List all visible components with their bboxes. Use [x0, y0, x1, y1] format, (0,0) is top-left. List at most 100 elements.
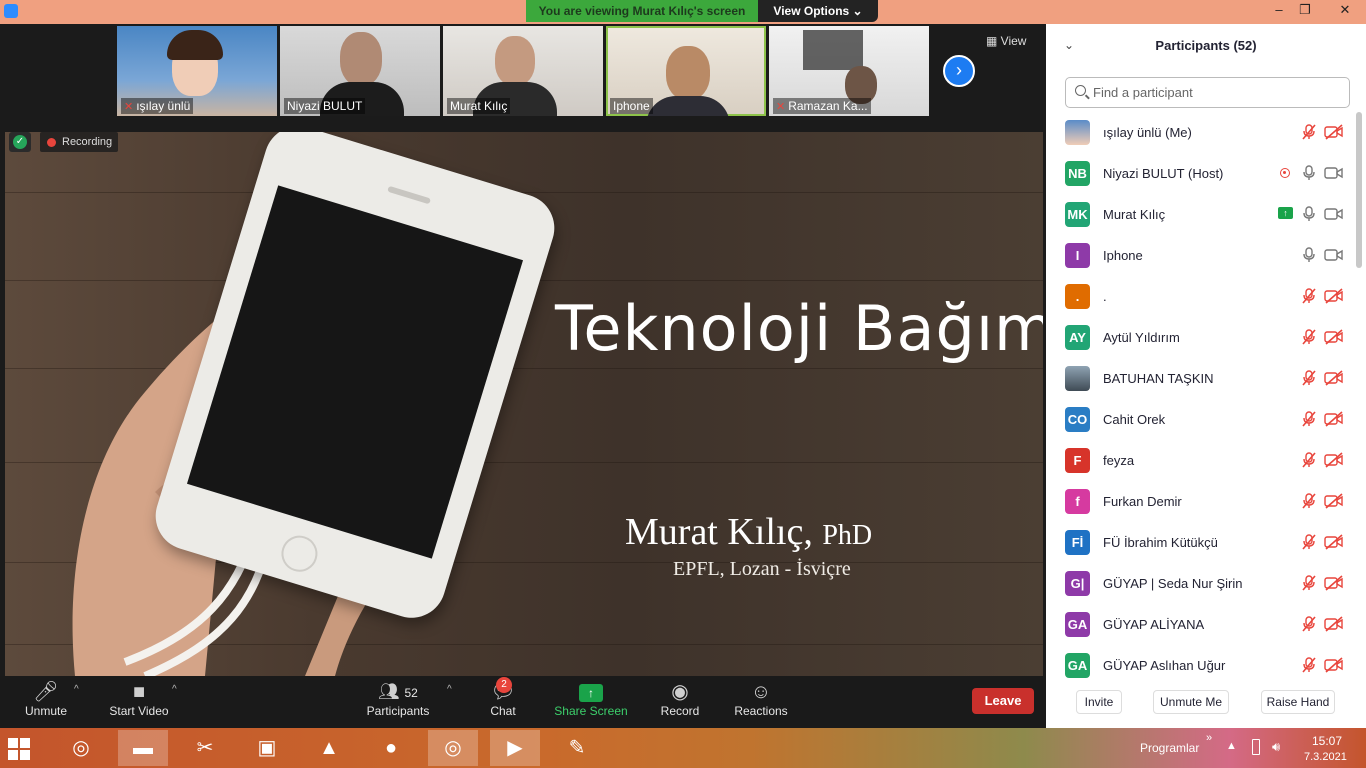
zoom-taskbar-icon[interactable]: ▶ [490, 730, 540, 766]
participant-row[interactable]: AY Aytül Yıldırım [1046, 317, 1356, 358]
participant-row[interactable]: GA GÜYAP Aslıhan Uğur [1046, 645, 1356, 678]
participants-button[interactable]: 👥︎ 52 Participants [360, 676, 436, 728]
avatar: AY [1065, 325, 1090, 350]
participant-row[interactable]: G| GÜYAP | Seda Nur Şirin [1046, 563, 1356, 604]
reactions-icon: ☺ [750, 681, 772, 703]
mic-muted-icon: ✕ [776, 101, 786, 113]
next-page-button[interactable]: › [943, 55, 975, 87]
participant-name: Aytül Yıldırım [1103, 330, 1180, 345]
chat-button[interactable]: 💬︎ 2 Chat [482, 676, 524, 728]
mic-muted-icon [1300, 533, 1318, 551]
mic-muted-icon [1300, 287, 1318, 305]
mic-muted-icon [1300, 656, 1318, 674]
clock-time[interactable]: 15:07 [1312, 734, 1342, 748]
battery-icon[interactable] [1252, 739, 1260, 755]
video-off-icon [1324, 123, 1343, 141]
matlab-taskbar-icon[interactable]: ▲ [304, 730, 354, 766]
participant-name: ışılay ünlü (Me) [1103, 125, 1192, 140]
record-button[interactable]: ◉ Record [656, 676, 704, 728]
participant-row[interactable]: NB Niyazi BULUT (Host) [1046, 153, 1356, 194]
tray-expand-icon[interactable]: » [1206, 732, 1212, 744]
audio-options-caret[interactable]: ^ [74, 684, 79, 695]
unmute-button[interactable]: 🎤︎ Unmute [16, 676, 76, 728]
participant-name: Murat Kılıç [1103, 207, 1166, 222]
thumbnail-name: Murat Kılıç [450, 99, 508, 113]
spotify-taskbar-icon[interactable]: ● [366, 730, 416, 766]
participant-row[interactable]: CO Cahit Orek [1046, 399, 1356, 440]
participant-search-input[interactable] [1093, 78, 1343, 107]
participants-options-caret[interactable]: ^ [447, 684, 452, 695]
thumbnail-name: Ramazan Ka... [788, 99, 868, 113]
meeting-area: ✕ ışılay ünlü Niyazi BULUT Murat Kılıç Ip… [0, 24, 1046, 676]
encryption-indicator[interactable]: ✓ [9, 132, 31, 152]
video-thumbnail[interactable]: Murat Kılıç [443, 26, 603, 116]
view-layout-button[interactable]: ▦ View [986, 34, 1026, 48]
participant-name: . [1103, 289, 1107, 304]
tray-programs-label[interactable]: Programlar [1140, 741, 1199, 755]
collapse-panel-chevron-icon[interactable]: ⌄ [1064, 38, 1074, 52]
participant-row[interactable]: Ffeyza [1046, 440, 1356, 481]
maximize-button[interactable]: ❐ [1290, 0, 1320, 22]
participant-row[interactable]: BATUHAN TAŞKIN [1046, 358, 1356, 399]
sharing-screen-icon: ↑ [1278, 207, 1293, 219]
record-dot-icon [47, 138, 56, 147]
chrome-taskbar-icon[interactable]: ◎ [56, 730, 106, 766]
participant-name: Furkan Demir [1103, 494, 1182, 509]
video-thumbnail[interactable]: Niyazi BULUT [280, 26, 440, 116]
thumbnail-name: Niyazi BULUT [287, 99, 363, 113]
reactions-label: Reactions [734, 704, 788, 718]
reactions-button[interactable]: ☺ Reactions [730, 676, 792, 728]
participant-row[interactable]: I Iphone [1046, 235, 1356, 276]
clock-date[interactable]: 7.3.2021 [1304, 751, 1347, 763]
paint-taskbar-icon[interactable]: ✎ [552, 730, 602, 766]
windows-start-button[interactable] [8, 738, 30, 760]
pycharm-taskbar-icon[interactable]: ▣ [242, 730, 292, 766]
viewing-screen-banner: You are viewing Murat Kılıç's screen [526, 0, 758, 22]
show-hidden-icons-icon[interactable]: ▲ [1226, 740, 1237, 752]
recording-icon [1280, 168, 1290, 178]
participants-label: Participants [366, 704, 430, 718]
phone-home-button [276, 531, 322, 577]
video-off-icon [1324, 410, 1343, 428]
participant-row[interactable]: ışılay ünlü (Me) [1046, 112, 1356, 153]
participant-name: Iphone [1103, 248, 1143, 263]
volume-icon[interactable]: 🔊︎ [1272, 739, 1280, 755]
close-button[interactable]: ✕ [1330, 0, 1360, 22]
chrome-taskbar-icon[interactable]: ◎ [428, 730, 478, 766]
participant-row[interactable]: Fİ FÜ İbrahim Kütükçü [1046, 522, 1356, 563]
snipping-tool-taskbar-icon[interactable]: ✂ [180, 730, 230, 766]
avatar: CO [1065, 407, 1090, 432]
participant-list: ışılay ünlü (Me) NB Niyazi BULUT (Host) MK M… [1046, 112, 1356, 678]
video-thumbnail[interactable]: ✕ Ramazan Ka... [769, 26, 929, 116]
participant-face [495, 36, 535, 86]
video-off-icon [1324, 615, 1343, 633]
unmute-me-button[interactable]: Unmute Me [1153, 690, 1229, 714]
participant-name: BATUHAN TAŞKIN [1103, 371, 1214, 386]
file-explorer-taskbar-icon[interactable]: ▬ [118, 730, 168, 766]
participant-name: GÜYAP | Seda Nur Şirin [1103, 576, 1243, 591]
raise-hand-button[interactable]: Raise Hand [1261, 690, 1335, 714]
participant-row[interactable]: .. [1046, 276, 1356, 317]
video-thumbnail[interactable]: ✕ ışılay ünlü [117, 26, 277, 116]
participant-search-box[interactable] [1065, 77, 1350, 108]
participant-face [340, 32, 382, 86]
panel-scrollbar[interactable] [1356, 112, 1362, 268]
share-screen-icon: ↑ [579, 684, 603, 702]
share-screen-button[interactable]: ↑ Share Screen [553, 676, 629, 728]
avatar: GA [1065, 653, 1090, 678]
participant-row[interactable]: GA GÜYAP ALİYANA [1046, 604, 1356, 645]
wall-calligraphy [803, 30, 863, 70]
video-thumbnail-active[interactable]: Iphone [606, 26, 766, 116]
leave-meeting-button[interactable]: Leave [972, 688, 1034, 714]
participant-row[interactable]: f Furkan Demir [1046, 481, 1356, 522]
recording-indicator[interactable]: Recording [40, 132, 119, 152]
participant-shirt [646, 96, 730, 116]
start-video-button[interactable]: ■ Start Video [104, 676, 174, 728]
avatar [1065, 120, 1090, 145]
invite-button[interactable]: Invite [1076, 690, 1122, 714]
avatar: Fİ [1065, 530, 1090, 555]
view-options-button[interactable]: View Options ⌄ [758, 0, 878, 22]
mic-muted-icon [1300, 615, 1318, 633]
video-options-caret[interactable]: ^ [172, 684, 177, 695]
participant-row[interactable]: MK Murat Kılıç ↑ [1046, 194, 1356, 235]
